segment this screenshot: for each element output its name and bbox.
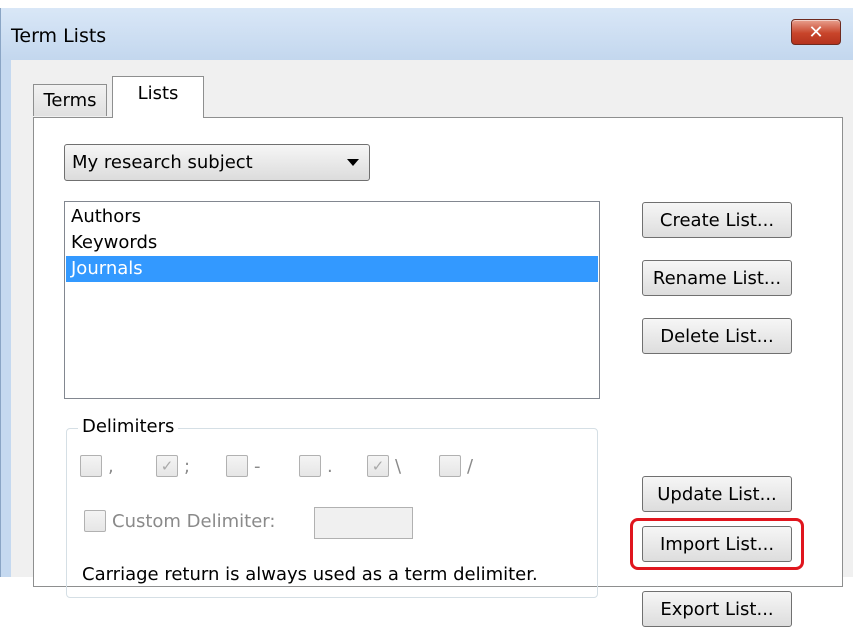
close-button[interactable]: ✕ — [791, 19, 841, 45]
delimiter-period-label: . — [327, 455, 333, 477]
custom-delimiter-checkbox[interactable] — [84, 510, 106, 532]
delimiter-note: Carriage return is always used as a term… — [82, 564, 538, 585]
delimiter-comma-checkbox[interactable] — [80, 455, 102, 477]
delimiter-dash[interactable]: - — [226, 455, 261, 477]
export-list-button[interactable]: Export List... — [642, 591, 792, 627]
delimiter-slash-label: / — [467, 455, 474, 477]
delimiter-period[interactable]: . — [299, 455, 333, 477]
delimiter-semicolon-label: ; — [184, 455, 191, 477]
delimiter-comma[interactable]: , — [80, 455, 114, 477]
delete-list-button[interactable]: Delete List... — [642, 318, 792, 354]
title-bar: Term Lists ✕ — [1, 8, 853, 60]
custom-delimiter-label: Custom Delimiter: — [112, 510, 276, 532]
delimiter-backslash[interactable]: ✓ \ — [367, 455, 401, 477]
list-item-keywords[interactable]: Keywords — [66, 230, 598, 256]
tab-terms[interactable]: Terms — [33, 84, 107, 116]
chevron-down-icon — [347, 159, 359, 166]
close-icon: ✕ — [808, 21, 824, 43]
delimiter-backslash-checkbox[interactable]: ✓ — [367, 455, 389, 477]
window-title: Term Lists — [11, 25, 107, 47]
list-item-authors[interactable]: Authors — [66, 204, 598, 230]
list-selector-dropdown[interactable]: My research subject — [64, 144, 370, 181]
delimiter-dash-label: - — [254, 455, 261, 477]
delimiter-slash-checkbox[interactable] — [439, 455, 461, 477]
tab-terms-label: Terms — [43, 90, 97, 111]
delimiter-slash[interactable]: / — [439, 455, 473, 477]
tab-lists-label: Lists — [137, 83, 179, 104]
custom-delimiter-input[interactable] — [314, 507, 413, 539]
lists-tab-panel: My research subject Authors Keywords Jou… — [33, 117, 843, 627]
delimiter-backslash-label: \ — [395, 455, 402, 477]
update-list-button[interactable]: Update List... — [642, 476, 792, 512]
import-button-highlight — [630, 518, 804, 570]
delimiters-legend: Delimiters — [78, 416, 179, 437]
term-lists-window: Term Lists ✕ Terms Lists My research sub… — [0, 8, 853, 627]
list-item-journals[interactable]: Journals — [66, 256, 598, 282]
list-selector-value: My research subject — [72, 152, 253, 173]
delimiter-period-checkbox[interactable] — [299, 455, 321, 477]
delimiter-semicolon[interactable]: ✓ ; — [156, 455, 190, 477]
tab-lists[interactable]: Lists — [112, 76, 204, 118]
dialog-client-area: Terms Lists My research subject Authors … — [11, 60, 853, 627]
delimiter-dash-checkbox[interactable] — [226, 455, 248, 477]
create-list-button[interactable]: Create List... — [642, 202, 792, 238]
lists-listbox[interactable]: Authors Keywords Journals — [64, 201, 600, 399]
delimiter-comma-label: , — [108, 455, 114, 477]
rename-list-button[interactable]: Rename List... — [642, 260, 792, 296]
custom-delimiter-row[interactable]: Custom Delimiter: — [84, 510, 275, 532]
delimiter-semicolon-checkbox[interactable]: ✓ — [156, 455, 178, 477]
